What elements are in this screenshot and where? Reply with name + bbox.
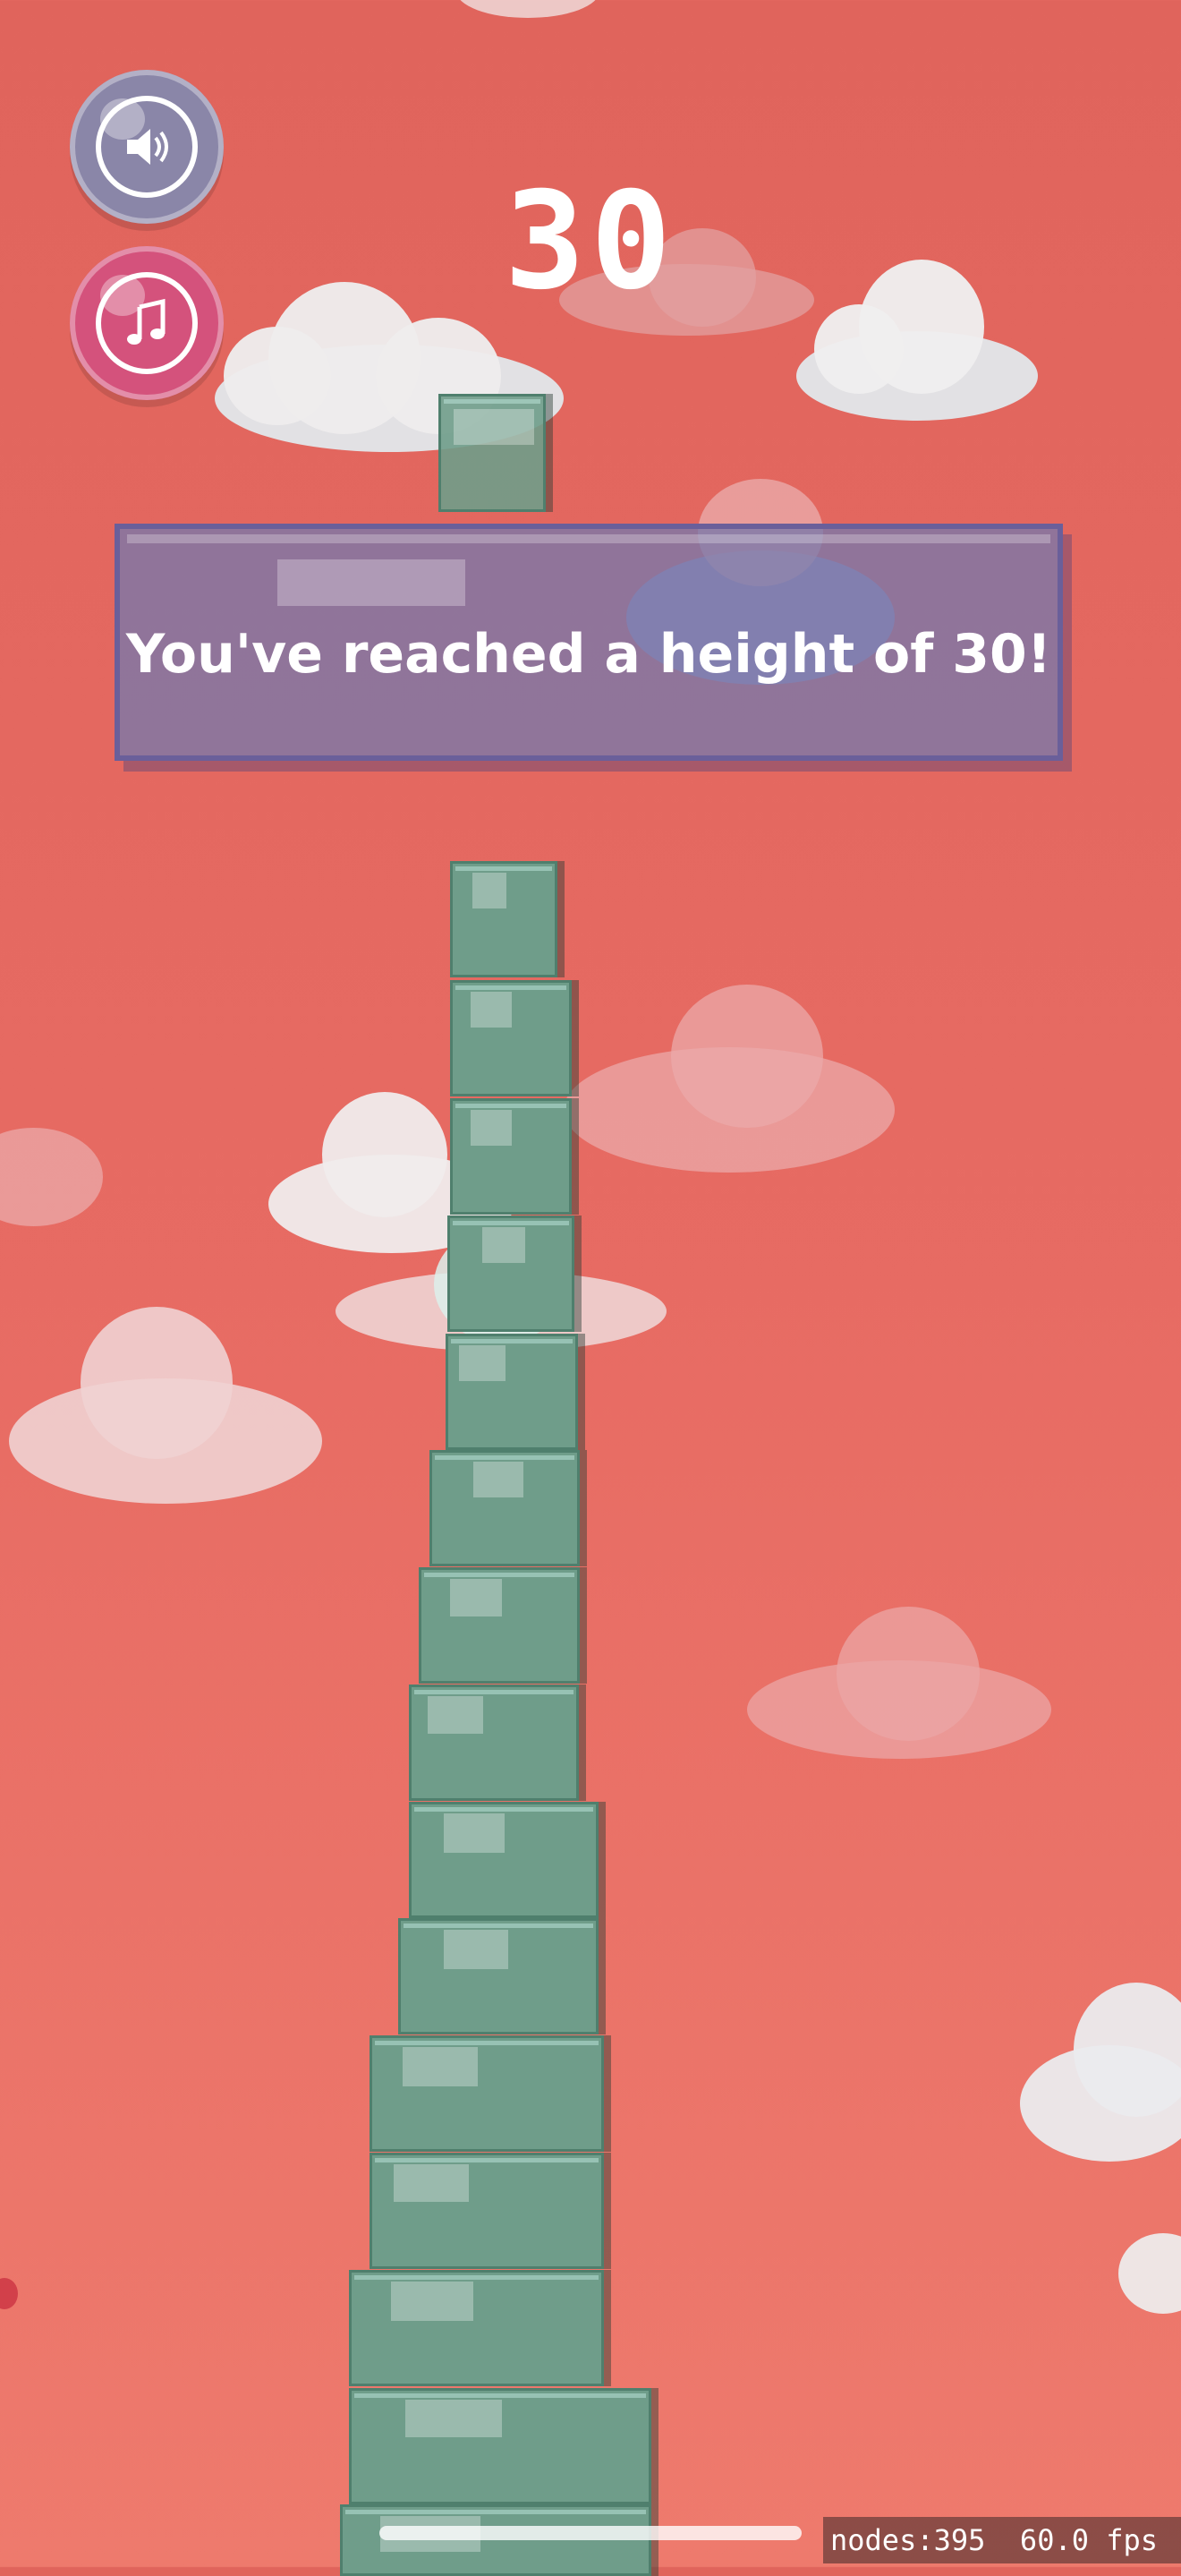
tower-block xyxy=(446,1334,578,1450)
tower-block xyxy=(409,1802,599,1918)
tower-block xyxy=(450,861,557,977)
tower-block xyxy=(349,2270,604,2386)
fps-readout: 60.0 fps xyxy=(1019,2523,1159,2557)
debug-stats: nodes:395 60.0 fps xyxy=(823,2517,1181,2563)
tower-block xyxy=(409,1685,579,1801)
tower-block xyxy=(419,1567,580,1684)
falling-block[interactable] xyxy=(438,394,546,512)
tower-block xyxy=(429,1450,580,1566)
score-counter: 30 xyxy=(504,164,677,320)
sound-toggle-button[interactable] xyxy=(70,70,224,224)
home-indicator[interactable] xyxy=(379,2526,802,2540)
height-reached-banner: You've reached a height of 30! xyxy=(115,524,1063,761)
tower-block xyxy=(349,2388,651,2504)
tower-block xyxy=(370,2153,604,2269)
nodes-count: nodes:395 xyxy=(830,2523,986,2557)
tower-block xyxy=(340,2504,651,2576)
music-toggle-button[interactable] xyxy=(70,246,224,400)
height-message: You've reached a height of 30! xyxy=(125,623,1052,686)
tower-block xyxy=(450,1098,572,1215)
tower-block xyxy=(370,2035,604,2152)
tower-block xyxy=(398,1918,599,2034)
tower-block xyxy=(450,980,572,1096)
tower-block xyxy=(447,1215,574,1332)
